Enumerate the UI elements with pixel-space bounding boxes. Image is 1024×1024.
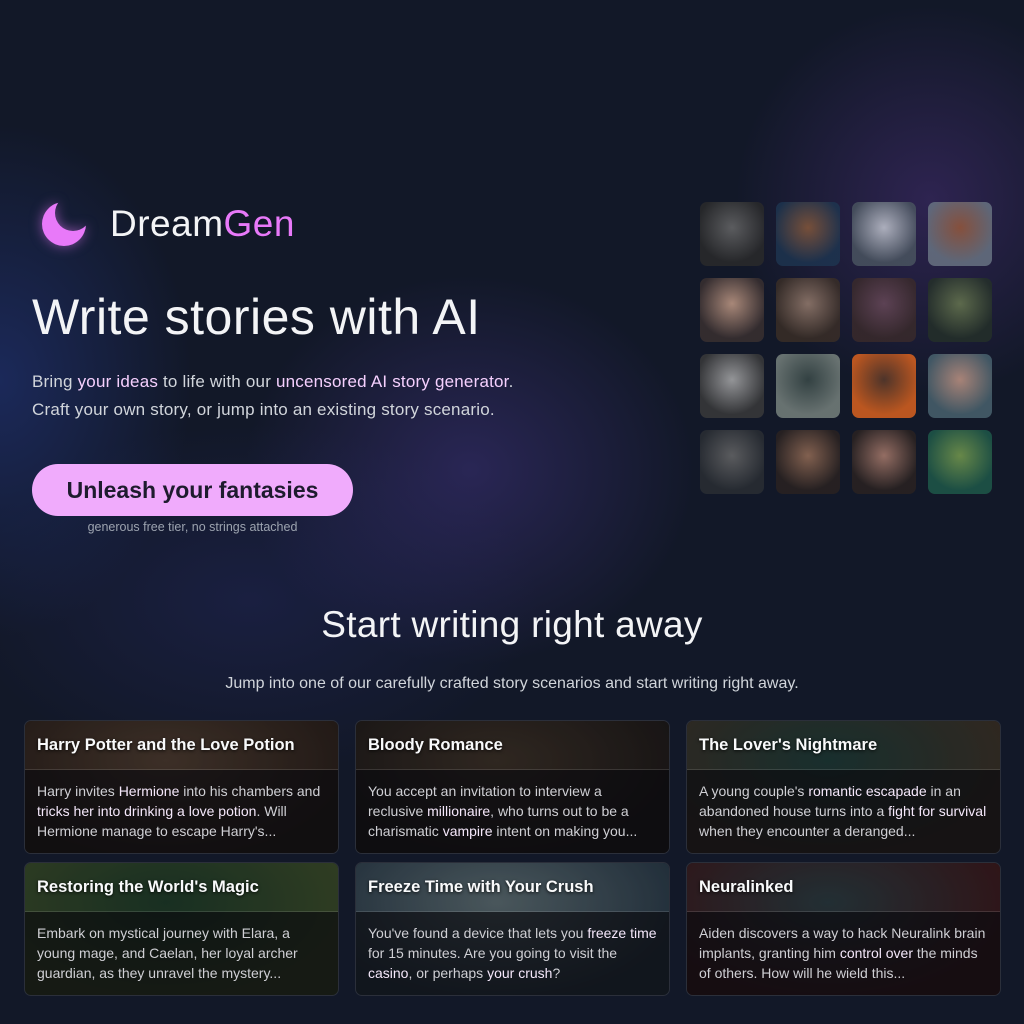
hero-subtitle: Bring your ideas to life with our uncens… <box>32 368 632 424</box>
scenario-description: Harry invites Hermione into his chambers… <box>25 770 338 853</box>
scenario-title: Restoring the World's Magic <box>37 878 259 896</box>
scenario-title: Freeze Time with Your Crush <box>368 878 594 896</box>
hero-title: Write stories with AI <box>32 289 481 345</box>
highlighted-text: millionaire <box>427 803 491 819</box>
highlighted-text: your crush <box>487 965 553 981</box>
gallery-thumbnail-woman-with-choker[interactable] <box>928 354 992 418</box>
text: into his chambers and <box>179 783 321 799</box>
character-gallery <box>700 202 992 494</box>
scenario-title: Bloody Romance <box>368 736 503 754</box>
cta-note: generous free tier, no strings attached <box>87 520 298 534</box>
scenario-header: Neuralinked <box>687 863 1000 912</box>
highlighted-text: vampire <box>442 823 493 839</box>
text: You've found a device that lets you <box>368 925 588 941</box>
scenario-card[interactable]: The Lover's Nightmare A young couple's ro… <box>686 720 1001 854</box>
text: ? <box>552 965 561 981</box>
scenario-grid: Harry Potter and the Love Potion Harry in… <box>24 720 1001 996</box>
gallery-thumbnail-bearded-man-portrait[interactable] <box>776 430 840 494</box>
crescent-moon-icon <box>38 198 90 250</box>
gallery-thumbnail-forest-dryad[interactable] <box>928 430 992 494</box>
highlighted-text: control over <box>839 945 913 961</box>
gallery-thumbnail-barbarian-woman[interactable] <box>928 202 992 266</box>
highlighted-text: uncensored AI story generator <box>275 372 509 391</box>
text: to life with our <box>158 372 276 391</box>
text: , or perhaps <box>408 965 488 981</box>
scenario-header: Bloody Romance <box>356 721 669 770</box>
scenario-description: Embark on mystical journey with Elara, a… <box>25 912 338 995</box>
scenario-card[interactable]: Freeze Time with Your Crush You've found … <box>355 862 670 996</box>
gallery-thumbnail-horned-white-hair-demon[interactable] <box>700 354 764 418</box>
brand-logo[interactable]: DreamGen <box>38 198 295 250</box>
highlighted-text: fight for survival <box>888 803 987 819</box>
scenario-card[interactable]: Neuralinked Aiden discovers a way to hack… <box>686 862 1001 996</box>
scenario-description: A young couple's romantic escapade in an… <box>687 770 1000 853</box>
scenario-title: Harry Potter and the Love Potion <box>37 736 295 754</box>
gallery-thumbnail-brunette-woman-portrait[interactable] <box>852 430 916 494</box>
scenario-card[interactable]: Restoring the World's Magic Embark on mys… <box>24 862 339 996</box>
scenario-title: Neuralinked <box>699 878 794 896</box>
gallery-thumbnail-three-witches[interactable] <box>700 278 764 342</box>
highlighted-text: romantic escapade <box>808 783 927 799</box>
section-subtitle: Jump into one of our carefully crafted s… <box>225 675 799 692</box>
highlighted-text: Hermione <box>118 783 180 799</box>
gallery-thumbnail-orange-hair-anime-girl[interactable] <box>852 354 916 418</box>
gallery-thumbnail-white-haired-warrior[interactable] <box>700 430 764 494</box>
scenario-description: You've found a device that lets you free… <box>356 912 669 995</box>
gallery-thumbnail-vampire-at-desk[interactable] <box>852 278 916 342</box>
gallery-thumbnail-white-haired-fox-girl[interactable] <box>852 202 916 266</box>
unleash-fantasies-button[interactable]: Unleash your fantasies <box>32 464 353 516</box>
text: . <box>508 372 514 391</box>
scenario-card[interactable]: Bloody Romance You accept an invitation t… <box>355 720 670 854</box>
brand-name-part1: Dream <box>110 203 224 244</box>
text: A young couple's <box>699 783 809 799</box>
highlighted-text: casino <box>368 965 409 981</box>
landing-page: DreamGen Write stories with AI Bring you… <box>0 0 1024 1024</box>
hero-subtitle-line2: Craft your own story, or jump into an ex… <box>32 400 495 419</box>
highlighted-text: freeze time <box>587 925 657 941</box>
hero-subtitle-line1: Bring your ideas to life with our uncens… <box>32 368 632 396</box>
gallery-thumbnail-fantasy-mountain-landscape[interactable] <box>928 278 992 342</box>
text: Bring <box>32 372 78 391</box>
scenario-header: Harry Potter and the Love Potion <box>25 721 338 770</box>
highlighted-text: your ideas <box>77 372 159 391</box>
gallery-thumbnail-pirate-warrior[interactable] <box>776 202 840 266</box>
brand-name-part2: Gen <box>223 203 295 244</box>
scenario-title: The Lover's Nightmare <box>699 736 878 754</box>
scenario-card[interactable]: Harry Potter and the Love Potion Harry in… <box>24 720 339 854</box>
section-title: Start writing right away <box>321 604 703 645</box>
highlighted-text: tricks her into drinking a love potion <box>37 803 257 819</box>
scenario-description: You accept an invitation to interview a … <box>356 770 669 853</box>
text: for 15 minutes. Are you going to visit t… <box>368 945 618 961</box>
scenario-header: Freeze Time with Your Crush <box>356 863 669 912</box>
text: Harry invites <box>37 783 119 799</box>
gallery-thumbnail-dark-portrait-man-thinking[interactable] <box>700 202 764 266</box>
brand-name: DreamGen <box>110 203 295 245</box>
gallery-thumbnail-man-in-robe[interactable] <box>776 278 840 342</box>
scenario-description: Aiden discovers a way to hack Neuralink … <box>687 912 1000 995</box>
text: when they encounter a deranged... <box>699 823 916 839</box>
text: intent on making you... <box>492 823 638 839</box>
gallery-thumbnail-city-street-car[interactable] <box>776 354 840 418</box>
text: Embark on mystical journey with Elara, a… <box>37 925 298 981</box>
scenario-header: The Lover's Nightmare <box>687 721 1000 770</box>
scenario-header: Restoring the World's Magic <box>25 863 338 912</box>
